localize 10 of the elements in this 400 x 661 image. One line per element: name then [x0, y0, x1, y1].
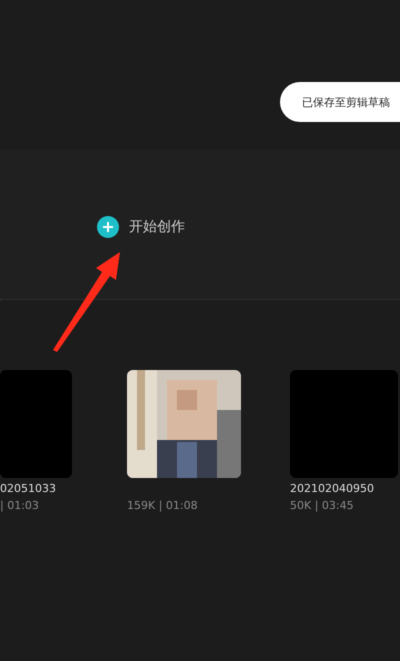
video-info: 159K | 01:08 — [127, 499, 199, 512]
saved-toast: 已保存至剪辑草稿 — [280, 82, 400, 122]
video-title: 02051033 — [0, 482, 57, 495]
video-info: | 01:03 — [0, 499, 40, 512]
video-title: 202102040950 — [290, 482, 375, 495]
video-info: 50K | 03:45 — [290, 499, 355, 512]
plus-icon — [97, 216, 119, 238]
video-thumbnail[interactable] — [0, 370, 72, 478]
video-thumbnail[interactable] — [290, 370, 398, 478]
start-creating-button[interactable]: 开始创作 — [97, 216, 185, 238]
